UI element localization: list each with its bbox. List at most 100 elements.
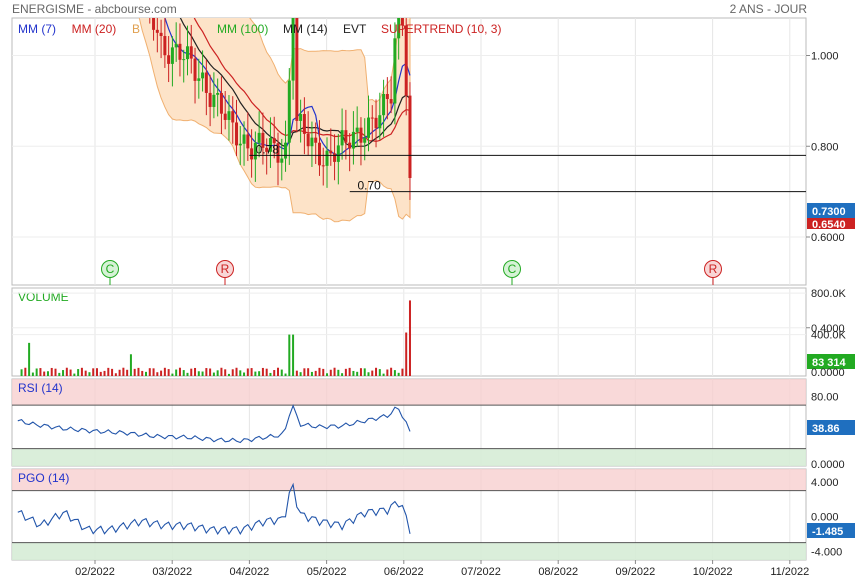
rsi-oversold-zone bbox=[12, 448, 806, 466]
candle-body bbox=[393, 38, 397, 104]
volume-bar bbox=[352, 370, 355, 376]
volume-bar bbox=[137, 367, 140, 376]
volume-bar bbox=[348, 367, 351, 376]
volume-bar bbox=[371, 370, 374, 376]
candle-body bbox=[321, 165, 325, 167]
pgo-last-text: -1.485 bbox=[812, 526, 843, 538]
price-tick-label: 0.800 bbox=[811, 141, 839, 153]
volume-bar bbox=[84, 370, 87, 376]
volume-bar bbox=[220, 367, 223, 376]
candle-body bbox=[310, 137, 314, 147]
volume-bar bbox=[126, 369, 129, 376]
volume-bar bbox=[107, 367, 110, 376]
volume-bar bbox=[367, 372, 370, 376]
pgo-line bbox=[17, 482, 411, 536]
volume-bar bbox=[24, 367, 27, 376]
candle-body bbox=[317, 142, 321, 166]
volume-bar bbox=[307, 368, 310, 376]
candle-body bbox=[159, 32, 163, 37]
volume-bar bbox=[359, 368, 362, 376]
volume-bar bbox=[337, 369, 340, 376]
volume-bar bbox=[92, 368, 95, 376]
volume-bar bbox=[54, 368, 57, 376]
candle-body bbox=[216, 92, 220, 95]
candle-body bbox=[344, 130, 348, 143]
candle-body bbox=[219, 92, 223, 114]
volume-bar bbox=[292, 334, 295, 376]
signal-label: C bbox=[508, 262, 517, 276]
rsi-tick-label: 0.0000 bbox=[811, 459, 845, 471]
volume-bar bbox=[246, 368, 249, 376]
candle-body bbox=[242, 134, 246, 144]
pgo-tick-label: 4.000 bbox=[811, 477, 839, 489]
volume-bar bbox=[299, 372, 302, 376]
pgo-title: PGO (14) bbox=[18, 471, 69, 485]
volume-bar bbox=[62, 370, 65, 376]
candle-body bbox=[385, 93, 389, 100]
volume-bar bbox=[243, 372, 246, 376]
volume-bar bbox=[408, 300, 411, 376]
volume-bar bbox=[31, 372, 34, 376]
volume-bar bbox=[284, 373, 287, 376]
month-label: 06/2022 bbox=[384, 566, 424, 578]
volume-bar bbox=[73, 373, 76, 376]
volume-bar bbox=[288, 334, 291, 376]
candle-body bbox=[359, 127, 363, 143]
volume-bar bbox=[114, 373, 117, 376]
volume-bar bbox=[227, 373, 230, 376]
volume-bar bbox=[363, 368, 366, 376]
candle-body bbox=[325, 150, 329, 166]
volume-bar bbox=[401, 368, 404, 376]
volume-bar bbox=[118, 369, 121, 376]
candle-body bbox=[366, 117, 370, 138]
month-label: 08/2022 bbox=[538, 566, 578, 578]
volume-bar bbox=[35, 368, 38, 376]
month-label: 03/2022 bbox=[152, 566, 192, 578]
candle-body bbox=[223, 113, 227, 120]
candle-body bbox=[170, 47, 174, 64]
legend-item: MM (7) bbox=[18, 22, 56, 36]
candle-body bbox=[287, 80, 291, 143]
stock-chart-canvas: 02/2022 03/2022 04/2022 05/2022 06/2022 07/20… bbox=[11, 0, 855, 578]
candle-body bbox=[250, 148, 254, 160]
signal-label: R bbox=[221, 262, 230, 276]
volume-bar bbox=[276, 367, 279, 376]
volume-bar bbox=[273, 370, 276, 376]
legend-item: B bbox=[132, 22, 140, 36]
volume-bar bbox=[333, 367, 336, 376]
signal-label: C bbox=[106, 262, 115, 276]
volume-bar bbox=[152, 368, 155, 376]
signal-label: R bbox=[709, 262, 718, 276]
support-label-078: 0.78 bbox=[256, 142, 280, 156]
candle-body bbox=[174, 43, 178, 48]
month-label: 04/2022 bbox=[230, 566, 270, 578]
volume-bar bbox=[129, 354, 132, 376]
volume-bar bbox=[393, 370, 396, 376]
volume-bar bbox=[205, 368, 208, 376]
volume-bar bbox=[318, 367, 321, 376]
month-label: 07/2022 bbox=[461, 566, 501, 578]
legend-item: EVT bbox=[343, 22, 367, 36]
candle-body bbox=[340, 130, 344, 146]
volume-bar bbox=[239, 370, 242, 376]
volume-bar bbox=[386, 369, 389, 376]
pgo-lower-zone bbox=[12, 542, 806, 560]
candle-body bbox=[152, 18, 156, 30]
volume-base-label: 0.0000 bbox=[811, 367, 845, 379]
price-tick-label: 0.6000 bbox=[811, 232, 845, 244]
candle-body bbox=[201, 72, 205, 79]
ma100-line bbox=[219, 0, 411, 15]
candle-body bbox=[193, 58, 197, 81]
volume-bar bbox=[99, 371, 102, 376]
candle-body bbox=[351, 131, 355, 149]
volume-bar bbox=[356, 371, 359, 376]
volume-bar bbox=[375, 367, 378, 376]
volume-bar bbox=[201, 371, 204, 376]
volume-bar bbox=[269, 372, 272, 376]
candle-body bbox=[235, 122, 239, 146]
volume-bar bbox=[216, 370, 219, 376]
candle-body bbox=[227, 111, 231, 120]
legend-item: MM (20) bbox=[72, 22, 117, 36]
volume-bar bbox=[280, 369, 283, 376]
volume-bar bbox=[344, 368, 347, 376]
